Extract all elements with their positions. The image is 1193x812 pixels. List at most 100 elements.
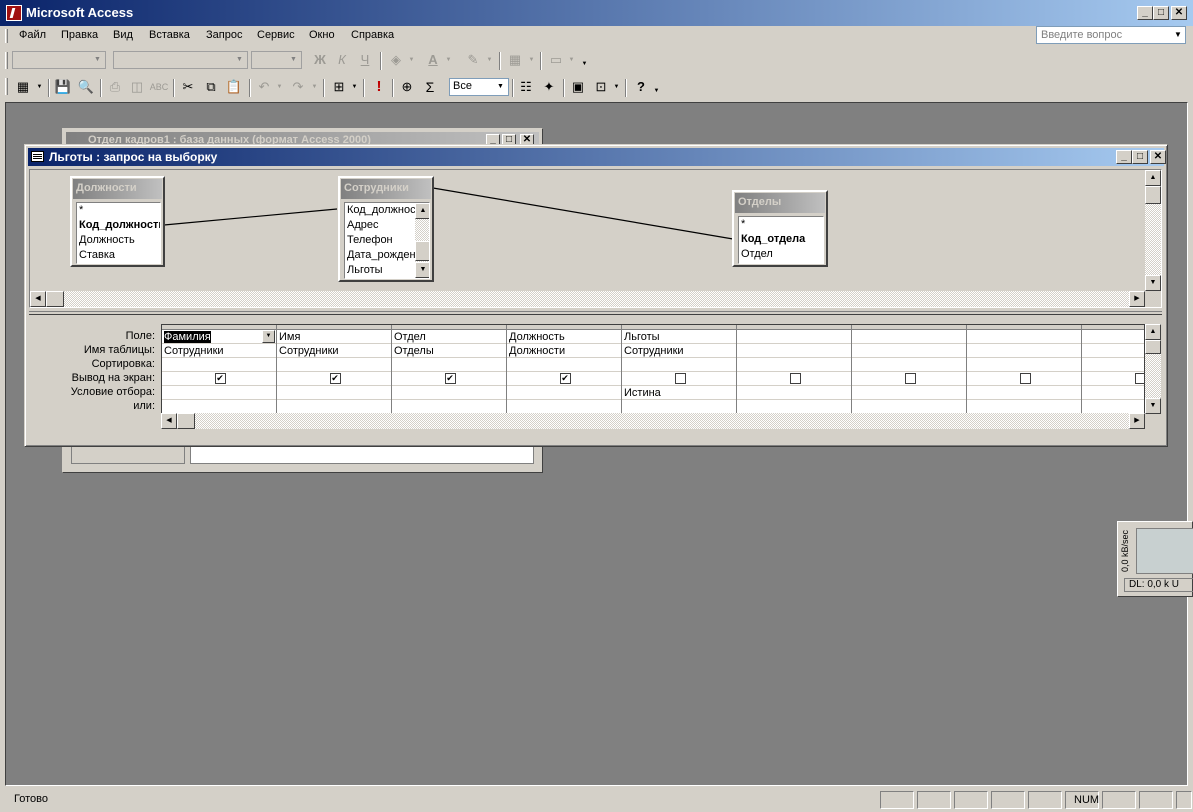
close-button[interactable]: ✕	[1171, 6, 1187, 20]
gridlines-icon[interactable]: ▦	[504, 50, 526, 70]
undo-icon[interactable]: ↶	[253, 77, 275, 97]
menu-window[interactable]: Окно	[309, 29, 335, 41]
checked-checkbox-icon[interactable]: ✔	[214, 372, 226, 384]
sort-cell[interactable]	[737, 358, 851, 372]
chevron-down-icon[interactable]: ▼	[1171, 27, 1185, 43]
show-cell[interactable]	[737, 372, 851, 386]
font-color-icon[interactable]: A	[422, 50, 444, 70]
show-table-icon[interactable]: ⊕	[396, 77, 418, 97]
scroll-thumb[interactable]	[415, 241, 429, 261]
table-cell[interactable]	[967, 344, 1081, 358]
query-minimize-button[interactable]: _	[1116, 150, 1132, 164]
or-cell[interactable]	[392, 400, 506, 413]
checked-checkbox-icon[interactable]: ✔	[329, 372, 341, 384]
help-icon[interactable]: ?	[630, 77, 652, 97]
criteria-cell[interactable]	[1082, 386, 1144, 400]
or-cell[interactable]	[1082, 400, 1144, 413]
field-cell[interactable]: Льготы	[622, 330, 736, 344]
font-combo[interactable]: ▼	[113, 51, 248, 69]
field-item[interactable]: Ставка	[77, 248, 160, 263]
object-combo[interactable]: ▼	[12, 51, 106, 69]
criteria-cell[interactable]	[737, 386, 851, 400]
checkbox-icon[interactable]	[904, 372, 916, 384]
field-list-scrollbar[interactable]: ▲ ▼	[415, 203, 429, 278]
field-list-title[interactable]: Должности	[73, 179, 162, 199]
criteria-cell[interactable]	[507, 386, 621, 400]
scroll-down-icon[interactable]: ▼	[1145, 398, 1161, 414]
table-cell[interactable]: Должности	[507, 344, 621, 358]
scroll-left-icon[interactable]: ◀	[30, 291, 46, 307]
checkbox-icon[interactable]	[789, 372, 801, 384]
or-cell[interactable]	[852, 400, 966, 413]
show-cell[interactable]: ✔	[392, 372, 506, 386]
field-item[interactable]: Телефон	[345, 233, 415, 248]
top-values-combo[interactable]: Все ▼	[449, 78, 509, 96]
grid-column[interactable]: Имя Сотрудники ✔	[277, 325, 392, 413]
download-speed-widget[interactable]: 0,0 kB/sec DL: 0,0 k U	[1117, 521, 1193, 597]
field-item[interactable]: Дата_рождения	[345, 248, 428, 263]
toolbar-grip-2[interactable]	[5, 78, 8, 95]
table-cell[interactable]: Отделы	[392, 344, 506, 358]
scroll-right-icon[interactable]: ▶	[1129, 413, 1145, 429]
grid-column[interactable]: Фамилия ▼ Сотрудники ✔	[162, 325, 277, 413]
sort-cell[interactable]	[392, 358, 506, 372]
or-cell[interactable]	[622, 400, 736, 413]
totals-icon[interactable]: Σ	[419, 77, 441, 97]
sort-cell[interactable]	[967, 358, 1081, 372]
or-cell[interactable]	[737, 400, 851, 413]
print-icon[interactable]: ⎙	[104, 77, 126, 97]
show-cell[interactable]	[967, 372, 1081, 386]
field-item[interactable]: *	[77, 203, 160, 218]
grid-horizontal-scrollbar[interactable]: ◀ ▶	[161, 413, 1145, 429]
spelling-icon[interactable]: ABC	[148, 77, 170, 97]
query-maximize-button[interactable]: □	[1132, 150, 1148, 164]
query-type-icon[interactable]: ⊞	[328, 77, 350, 97]
checked-checkbox-icon[interactable]: ✔	[444, 372, 456, 384]
qbe-design-grid[interactable]: Фамилия ▼ Сотрудники ✔ Имя Сотрудники ✔ Отдел От…	[161, 324, 1145, 414]
table-cell[interactable]	[852, 344, 966, 358]
grid-column[interactable]	[852, 325, 967, 413]
access-app-icon[interactable]	[6, 5, 22, 21]
grid-column[interactable]: Должность Должности ✔	[507, 325, 622, 413]
field-list-otdely[interactable]: Отделы * Код_отдела Отдел	[732, 190, 828, 267]
field-item[interactable]: Льготы	[345, 263, 415, 278]
field-item[interactable]: Должность	[77, 233, 160, 248]
sort-cell[interactable]	[507, 358, 621, 372]
run-icon[interactable]: !	[368, 77, 390, 97]
criteria-cell[interactable]	[162, 386, 276, 400]
maximize-button[interactable]: □	[1153, 6, 1169, 20]
scroll-left-icon[interactable]: ◀	[161, 413, 177, 429]
field-cell[interactable]: Имя	[277, 330, 391, 344]
menu-grip[interactable]	[5, 29, 8, 43]
new-object-icon[interactable]: ⊡	[590, 77, 612, 97]
table-cell[interactable]	[1082, 344, 1144, 358]
special-effect-icon[interactable]: ▭	[545, 50, 567, 70]
grid-column[interactable]	[737, 325, 852, 413]
field-item[interactable]: Код_отдела	[739, 232, 823, 247]
field-item[interactable]: Код_должности	[345, 203, 427, 218]
scroll-down-icon[interactable]: ▼	[415, 262, 429, 278]
field-cell[interactable]	[1082, 330, 1144, 344]
or-cell[interactable]	[162, 400, 276, 413]
show-cell[interactable]	[1082, 372, 1144, 386]
ask-question-input[interactable]: Введите вопрос ▼	[1036, 26, 1186, 44]
criteria-cell[interactable]	[277, 386, 391, 400]
checkbox-icon[interactable]	[674, 372, 686, 384]
show-cell[interactable]	[852, 372, 966, 386]
italic-icon[interactable]: К	[331, 50, 353, 70]
table-diagram-pane[interactable]: Должности * Код_должности Должность Став…	[29, 169, 1162, 308]
checkbox-icon[interactable]	[1134, 372, 1144, 384]
criteria-cell[interactable]	[392, 386, 506, 400]
criteria-cell[interactable]: Истина	[622, 386, 736, 400]
grid-column[interactable]	[967, 325, 1082, 413]
menu-help[interactable]: Справка	[351, 29, 394, 41]
menu-query[interactable]: Запрос	[206, 29, 242, 41]
scroll-thumb[interactable]	[46, 291, 64, 307]
minimize-button[interactable]: _	[1137, 6, 1153, 20]
menu-tools[interactable]: Сервис	[257, 29, 295, 41]
checkbox-icon[interactable]	[1019, 372, 1031, 384]
sort-cell[interactable]	[1082, 358, 1144, 372]
grid-vertical-scrollbar[interactable]: ▲ ▼	[1145, 324, 1161, 414]
field-item[interactable]: Отдел	[739, 247, 823, 262]
sort-cell[interactable]	[277, 358, 391, 372]
